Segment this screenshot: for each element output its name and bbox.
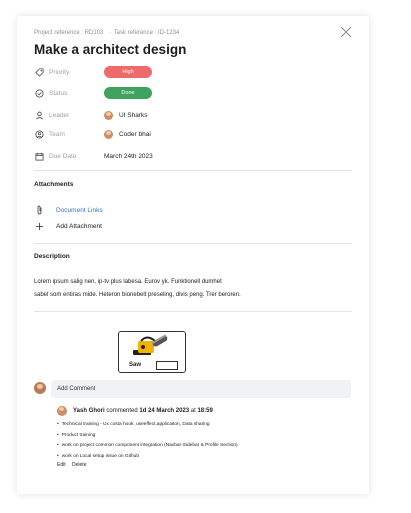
- comment-date: 1d 24 March 2023: [139, 408, 190, 414]
- tag-icon: [34, 67, 44, 77]
- add-comment-input[interactable]: Add Comment: [51, 380, 351, 398]
- description-text: Lorem ipsum salig nen, ip-tv plus labesa…: [34, 276, 352, 302]
- comment-header: Yash Ghori commented 1d 24 March 2023 at…: [57, 406, 213, 416]
- task-title: Make a architect design: [34, 42, 187, 57]
- add-attachment-label: Add Attachment: [56, 223, 102, 230]
- user-icon: [34, 110, 44, 120]
- task-reference: Task reference : ID-1234: [113, 30, 180, 36]
- paperclip-icon: [34, 205, 44, 215]
- image-caption-box: [156, 361, 178, 370]
- status-row: Status Done: [34, 86, 152, 100]
- project-reference: Project reference : RD103: [34, 30, 104, 36]
- due-date-row: Due Date March 24th 2023: [34, 149, 153, 163]
- list-item: Technical training - Ux costa hook, usee…: [57, 420, 238, 431]
- comment-actions: Edit Delete: [57, 462, 91, 468]
- attachment-item[interactable]: Document Links: [34, 205, 103, 215]
- plus-icon: [34, 222, 44, 231]
- team-icon: [34, 129, 44, 139]
- status-badge[interactable]: Done: [104, 87, 152, 99]
- delete-comment-button[interactable]: Delete: [72, 462, 86, 468]
- list-item: work on Local setup issue on Github: [57, 452, 238, 463]
- comment-at: at: [190, 408, 196, 414]
- calendar-icon: [34, 151, 44, 161]
- team-value[interactable]: Coder bhai: [119, 131, 151, 138]
- leader-row: Leader UI Sharks: [34, 108, 148, 122]
- status-label: Status: [49, 89, 68, 97]
- comment-verb: commented: [106, 408, 138, 414]
- image-caption: Saw: [129, 362, 142, 368]
- check-circle-icon: [34, 88, 44, 98]
- attachments-heading: Attachments: [34, 181, 74, 188]
- avatar: [104, 129, 113, 139]
- due-date-label: Due Date: [49, 152, 77, 160]
- team-label: Team: [49, 130, 65, 138]
- list-item: work on project common component integra…: [57, 441, 238, 452]
- description-line: sabel som entiras mide. Heteron bionebel…: [34, 292, 241, 298]
- priority-row: Priority High: [34, 65, 152, 79]
- chainsaw-icon: [133, 334, 168, 355]
- edit-comment-button[interactable]: Edit: [57, 462, 66, 468]
- leader-value[interactable]: UI Sharks: [119, 112, 148, 119]
- avatar: [34, 382, 46, 394]
- comment-author[interactable]: Yash Ghori: [73, 408, 105, 414]
- task-detail-modal: Project reference : RD103 · Task referen…: [17, 16, 369, 494]
- divider: [34, 311, 352, 312]
- reference-line: Project reference : RD103 · Task referen…: [34, 30, 180, 36]
- priority-badge[interactable]: High: [104, 66, 152, 78]
- priority-label: Priority: [49, 68, 70, 76]
- comment-body: Technical training - Ux costa hook, usee…: [57, 420, 238, 462]
- description-line: Lorem ipsum salig nen, ip-tv plus labesa…: [34, 279, 222, 285]
- add-attachment-button[interactable]: Add Attachment: [34, 222, 102, 231]
- team-row: Team Coder bhai: [34, 127, 151, 141]
- list-item: Product training: [57, 431, 238, 442]
- document-links-link[interactable]: Document Links: [56, 207, 103, 214]
- divider: [34, 170, 352, 171]
- attachment-image-saw[interactable]: Saw: [118, 331, 186, 373]
- leader-label: Leader: [49, 111, 70, 119]
- due-date-value[interactable]: March 24th 2023: [104, 153, 153, 160]
- description-heading: Description: [34, 253, 70, 260]
- close-icon[interactable]: [340, 26, 352, 38]
- comment-time: 18:59: [197, 408, 213, 414]
- divider: [34, 243, 352, 244]
- avatar: [104, 110, 113, 120]
- avatar: [57, 406, 67, 416]
